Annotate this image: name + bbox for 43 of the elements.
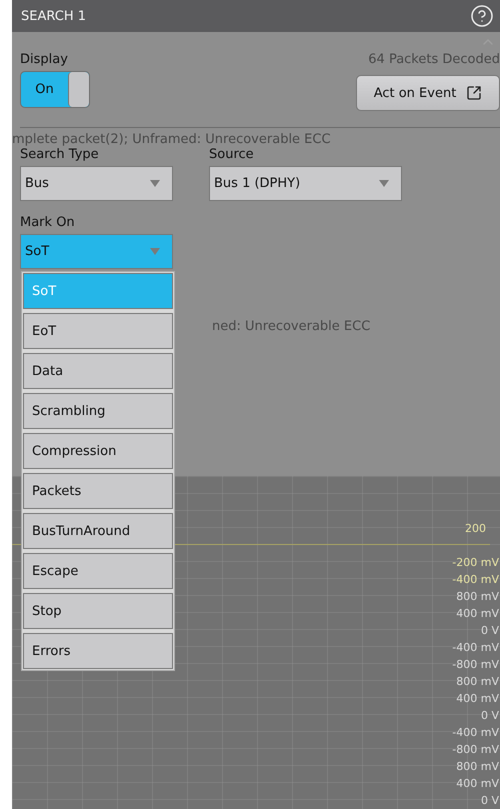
window-title: SEARCH 1 bbox=[21, 8, 86, 24]
dropdown-arrow-icon bbox=[379, 180, 389, 188]
external-link-icon bbox=[466, 85, 482, 102]
axis-label: 800 mV bbox=[456, 589, 500, 605]
axis-label: 0 V bbox=[480, 708, 500, 724]
axis-label: 0 V bbox=[480, 793, 500, 809]
menu-option[interactable]: Data bbox=[23, 353, 173, 390]
help-icon[interactable] bbox=[470, 4, 494, 28]
source-label: Source bbox=[209, 147, 255, 162]
search-type-dropdown[interactable]: Bus bbox=[20, 166, 173, 202]
dropdown-arrow-icon bbox=[150, 248, 160, 256]
menu-option[interactable]: EoT bbox=[23, 313, 173, 350]
search-type-label: Search Type bbox=[20, 147, 100, 162]
axis-label: -400 mV bbox=[452, 640, 500, 656]
menu-option[interactable]: Stop bbox=[23, 593, 173, 630]
menu-option[interactable]: Packets bbox=[23, 473, 173, 510]
axis-label: -200 mV bbox=[452, 555, 500, 571]
axis-label: 400 mV bbox=[456, 606, 500, 622]
mark-on-dropdown[interactable]: SoT bbox=[20, 234, 173, 270]
mark-on-label: Mark On bbox=[20, 215, 76, 230]
act-on-event-button[interactable]: Act on Event bbox=[356, 75, 500, 112]
axis-label: -800 mV bbox=[452, 657, 500, 673]
axis-label: 400 mV bbox=[456, 776, 500, 792]
display-label: Display bbox=[20, 52, 69, 68]
dropdown-arrow-icon bbox=[150, 180, 160, 188]
axis-label: 200 bbox=[465, 521, 487, 537]
source-dropdown[interactable]: Bus 1 (DPHY) bbox=[209, 166, 402, 202]
packets-decoded-text: 64 Packets Decoded bbox=[368, 52, 500, 68]
axis-label: 800 mV bbox=[456, 674, 500, 690]
axis-label: -400 mV bbox=[452, 725, 500, 741]
display-toggle[interactable]: On bbox=[20, 71, 90, 108]
axis-label: 800 mV bbox=[456, 759, 500, 775]
axis-label: -400 mV bbox=[452, 572, 500, 588]
menu-option[interactable]: Errors bbox=[23, 633, 173, 670]
menu-option[interactable]: Escape bbox=[23, 553, 173, 590]
menu-option[interactable]: Scrambling bbox=[23, 393, 173, 430]
background-message: ned: Unrecoverable ECC bbox=[212, 319, 372, 334]
axis-label: -800 mV bbox=[452, 742, 500, 758]
background-message: mplete packet(2); Unframed: Unrecoverable ECC bbox=[12, 133, 332, 148]
menu-option[interactable]: BusTurnAround bbox=[23, 513, 173, 550]
axis-label: 0 V bbox=[480, 623, 500, 639]
axis-label: 400 mV bbox=[456, 691, 500, 707]
menu-option[interactable]: Compression bbox=[23, 433, 173, 470]
